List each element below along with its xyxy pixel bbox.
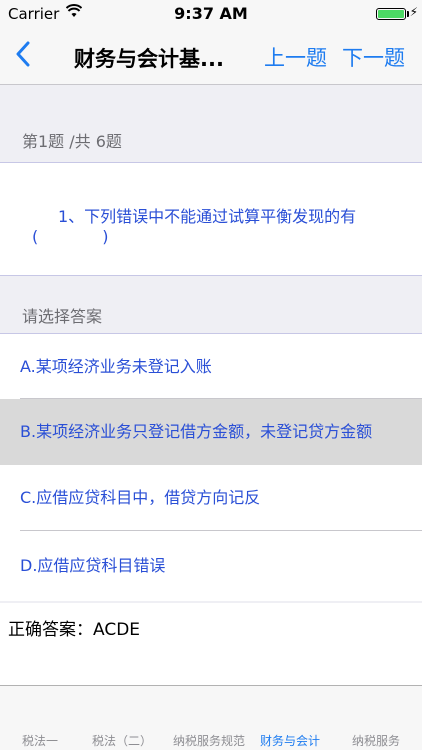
correct-answer-panel: 正确答案：ACDE: [0, 603, 422, 685]
tab-tax-service[interactable]: 纳税服务: [352, 732, 400, 749]
option-a-label: A.某项经济业务未登记入账: [20, 356, 212, 376]
back-chevron-icon: [16, 41, 30, 71]
option-a[interactable]: A.某项经济业务未登记入账: [0, 334, 422, 399]
status-time: 9:37 AM: [174, 4, 248, 23]
option-c[interactable]: C.应借应贷科目中，借贷方向记反: [0, 465, 422, 531]
next-question-button[interactable]: 下一题: [342, 42, 405, 72]
battery-icon: [376, 8, 406, 20]
option-d-label: D.应借应贷科目错误: [20, 556, 166, 575]
option-d[interactable]: D.应借应贷科目错误: [0, 531, 422, 601]
option-c-label: C.应借应贷科目中，借贷方向记反: [20, 488, 261, 507]
answer-section-header: 请选择答案: [0, 303, 422, 327]
back-button[interactable]: [6, 36, 40, 76]
page-title: 财务与会计基...: [74, 47, 224, 71]
charging-bolt-icon: ⚡: [409, 5, 418, 19]
nav-bar: 财务与会计基... 上一题 下一题: [0, 28, 422, 85]
question-counter-label: 第1题 /共 6题: [22, 132, 122, 151]
question-card: 1、下列错误中不能通过试算平衡发现的有( ): [0, 162, 422, 276]
status-bar: Carrier 9:37 AM ⚡: [0, 0, 422, 28]
question-counter: 第1题 /共 6题: [0, 128, 422, 152]
option-b-label: B.某项经济业务只登记借方金额，未登记贷方金额: [20, 422, 373, 441]
tab-tax-law-1[interactable]: 税法一: [22, 732, 58, 749]
tab-tax-law-2[interactable]: 税法（二）: [92, 732, 152, 749]
previous-question-button[interactable]: 上一题: [264, 42, 327, 72]
correct-answer-text: 正确答案：ACDE: [8, 620, 141, 640]
option-b[interactable]: B.某项经济业务只登记借方金额，未登记贷方金额: [0, 399, 422, 465]
tab-bar: 税法一 税法（二） 纳税服务规范 财务与会计 纳税服务: [0, 685, 422, 750]
question-text: 1、下列错误中不能通过试算平衡发现的有( ): [32, 207, 357, 246]
tab-finance-accounting[interactable]: 财务与会计: [260, 732, 320, 749]
answer-section-label: 请选择答案: [22, 307, 103, 326]
tab-tax-service-standards[interactable]: 纳税服务规范: [173, 732, 245, 749]
answer-options: A.某项经济业务未登记入账 B.某项经济业务只登记借方金额，未登记贷方金额 C.…: [0, 333, 422, 601]
